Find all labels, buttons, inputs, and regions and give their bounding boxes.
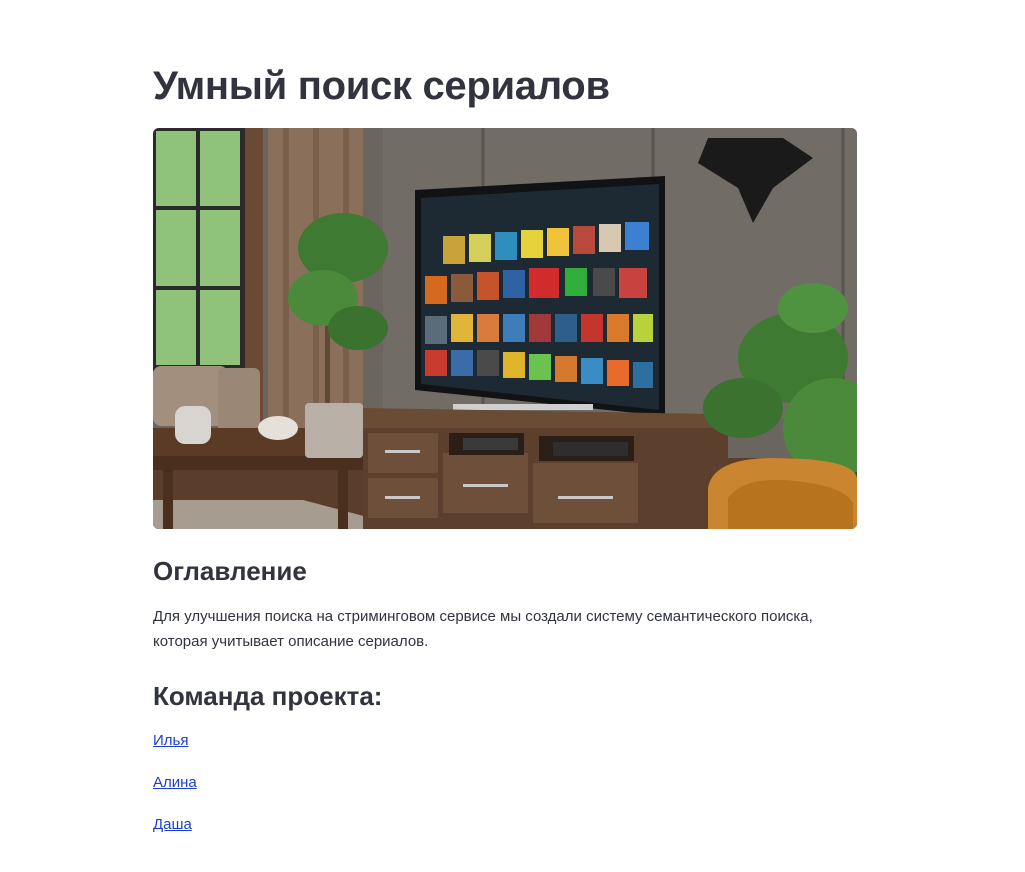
page-title: Умный поиск сериалов [153, 64, 610, 108]
toc-heading: Оглавление [153, 556, 307, 586]
team-heading: Команда проекта: [153, 681, 383, 711]
team-member-link-ilya[interactable]: Илья [153, 730, 188, 752]
toc-description: Для улучшения поиска на стриминговом сер… [153, 608, 813, 650]
hero-image [153, 128, 857, 529]
team-member-link-alina[interactable]: Алина [153, 772, 197, 794]
team-member-link-dasha[interactable]: Даша [153, 814, 192, 836]
